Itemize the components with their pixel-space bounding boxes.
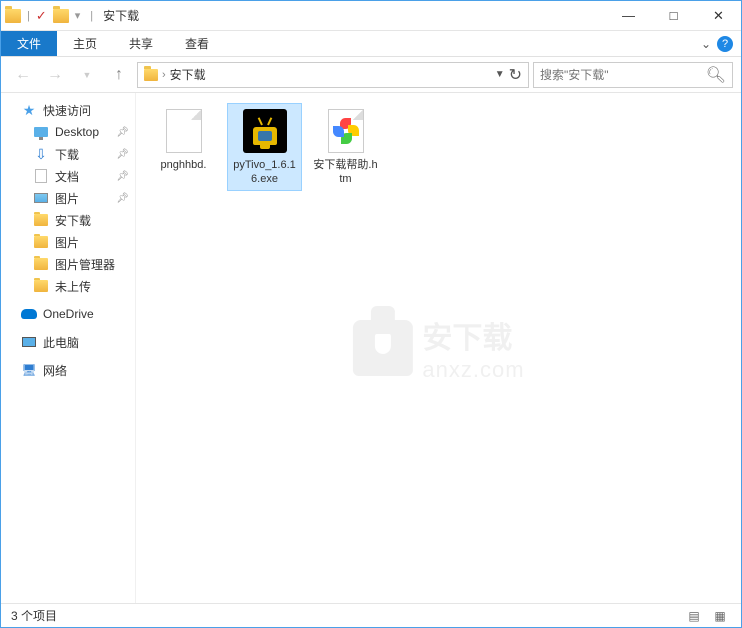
tab-view[interactable]: 查看 [169,31,225,56]
refresh-icon[interactable]: ↻ [509,65,522,85]
exe-icon [243,109,287,153]
file-thumbnail [241,107,289,155]
sidebar-label: 网络 [43,362,67,379]
tab-home[interactable]: 主页 [57,31,113,56]
search-icon[interactable]: 🔍︎ [706,65,726,85]
sidebar-item-desktop[interactable]: Desktop 📌︎ [1,121,135,143]
search-input[interactable] [540,68,706,82]
maximize-button[interactable]: □ [651,1,696,30]
forward-button[interactable]: → [41,61,69,89]
expand-ribbon-icon[interactable]: ⌄ [701,37,711,51]
desktop-icon [34,127,48,137]
breadcrumb-item[interactable]: 安下载 [170,66,206,83]
folder-icon [34,280,48,292]
sidebar-label: 图片 [55,190,79,207]
up-button[interactable]: ↑ [105,61,133,89]
file-name: pnghhbd. [161,158,207,172]
search-box[interactable]: 🔍︎ [533,62,733,88]
window-title: 安下载 [103,7,139,24]
pin-icon: 📌︎ [116,171,129,182]
folder-icon [53,9,69,23]
qat-separator: | [90,10,93,22]
ribbon-tabs: 文件 主页 共享 查看 ⌄ ? [1,31,741,57]
recent-dropdown[interactable]: ▼ [73,61,101,89]
file-item[interactable]: pnghhbd. [146,103,221,176]
sidebar-item-downloads[interactable]: ⇩ 下载 📌︎ [1,143,135,165]
ribbon-collapse: ⌄ ? [693,31,741,56]
sidebar-label: 安下载 [55,212,91,229]
back-button[interactable]: ← [9,61,37,89]
onedrive-icon [21,309,37,319]
folder-icon [34,214,48,226]
details-view-button[interactable]: ▤ [683,606,705,626]
sidebar-network[interactable]: 🖥︎ 网络 [1,359,135,381]
sidebar-item-folder[interactable]: 图片 [1,231,135,253]
sidebar-item-folder[interactable]: 安下载 [1,209,135,231]
pin-icon: 📌︎ [116,193,129,204]
sidebar-label: 文档 [55,168,79,185]
status-bar: 3 个项目 ▤ ▦ [1,603,741,627]
view-switcher: ▤ ▦ [683,606,731,626]
sidebar-item-folder[interactable]: 图片管理器 [1,253,135,275]
sidebar-label: 图片管理器 [55,256,115,273]
navigation-pane: ★ 快速访问 Desktop 📌︎ ⇩ 下载 📌︎ 文档 📌︎ 图片 [1,93,136,603]
file-item[interactable]: 安下载帮助.htm [308,103,383,191]
close-button[interactable]: ✕ [696,1,741,30]
pc-icon [22,337,36,347]
sidebar-item-folder[interactable]: 未上传 [1,275,135,297]
sidebar-item-pictures[interactable]: 图片 📌︎ [1,187,135,209]
sidebar-label: 未上传 [55,278,91,295]
qat-icons: | ✓ ▾ | [1,8,97,24]
folder-icon [5,9,21,23]
minimize-button[interactable]: — [606,1,651,30]
folder-icon [34,236,48,248]
tab-file[interactable]: 文件 [1,31,57,56]
sidebar-label: 快速访问 [43,102,91,119]
file-name: pyTivo_1.6.16.exe [231,158,298,187]
sidebar-label: 此电脑 [43,334,79,351]
watermark: 安下载 anxz.com [352,313,524,383]
folder-icon [34,258,48,270]
file-thumbnail [322,107,370,155]
network-icon: 🖥︎ [21,362,37,378]
sidebar-this-pc[interactable]: 此电脑 [1,331,135,353]
address-controls: ▼ ↻ [495,65,522,85]
qat-separator: | [27,10,30,22]
blank-file-icon [166,109,202,153]
folder-icon [144,69,158,81]
watermark-url: anxz.com [422,357,524,383]
navigation-bar: ← → ▼ ↑ › 安下载 ▼ ↻ 🔍︎ [1,57,741,93]
pin-icon: 📌︎ [116,127,129,138]
star-icon: ★ [23,102,36,119]
download-icon: ⇩ [35,146,47,163]
sidebar-quick-access[interactable]: ★ 快速访问 [1,99,135,121]
help-icon[interactable]: ? [717,36,733,52]
breadcrumb-separator: › [162,69,166,81]
title-bar: | ✓ ▾ | 安下载 — □ ✕ [1,1,741,31]
window-controls: — □ ✕ [606,1,741,30]
item-count: 3 个项目 [11,607,57,624]
file-item[interactable]: pyTivo_1.6.16.exe [227,103,302,191]
file-thumbnail [160,107,208,155]
qat-separator: ▾ [75,9,81,22]
tab-share[interactable]: 共享 [113,31,169,56]
watermark-text: 安下载 [422,313,524,357]
document-icon [35,169,47,183]
sidebar-label: 下载 [55,146,79,163]
content-area: ★ 快速访问 Desktop 📌︎ ⇩ 下载 📌︎ 文档 📌︎ 图片 [1,93,741,603]
address-bar[interactable]: › 安下载 ▼ ↻ [137,62,529,88]
sidebar-onedrive[interactable]: OneDrive [1,303,135,325]
htm-icon [328,109,364,153]
file-list[interactable]: pnghhbd. pyTivo_1.6.16.exe [136,93,741,603]
file-name: 安下载帮助.htm [312,158,379,187]
sidebar-label: 图片 [55,234,79,251]
sidebar-label: Desktop [55,125,99,139]
picture-icon [34,193,48,203]
address-dropdown-icon[interactable]: ▼ [495,69,505,80]
sidebar-item-documents[interactable]: 文档 📌︎ [1,165,135,187]
check-icon[interactable]: ✓ [36,8,47,24]
icons-view-button[interactable]: ▦ [709,606,731,626]
pin-icon: 📌︎ [116,149,129,160]
sidebar-label: OneDrive [43,307,94,321]
